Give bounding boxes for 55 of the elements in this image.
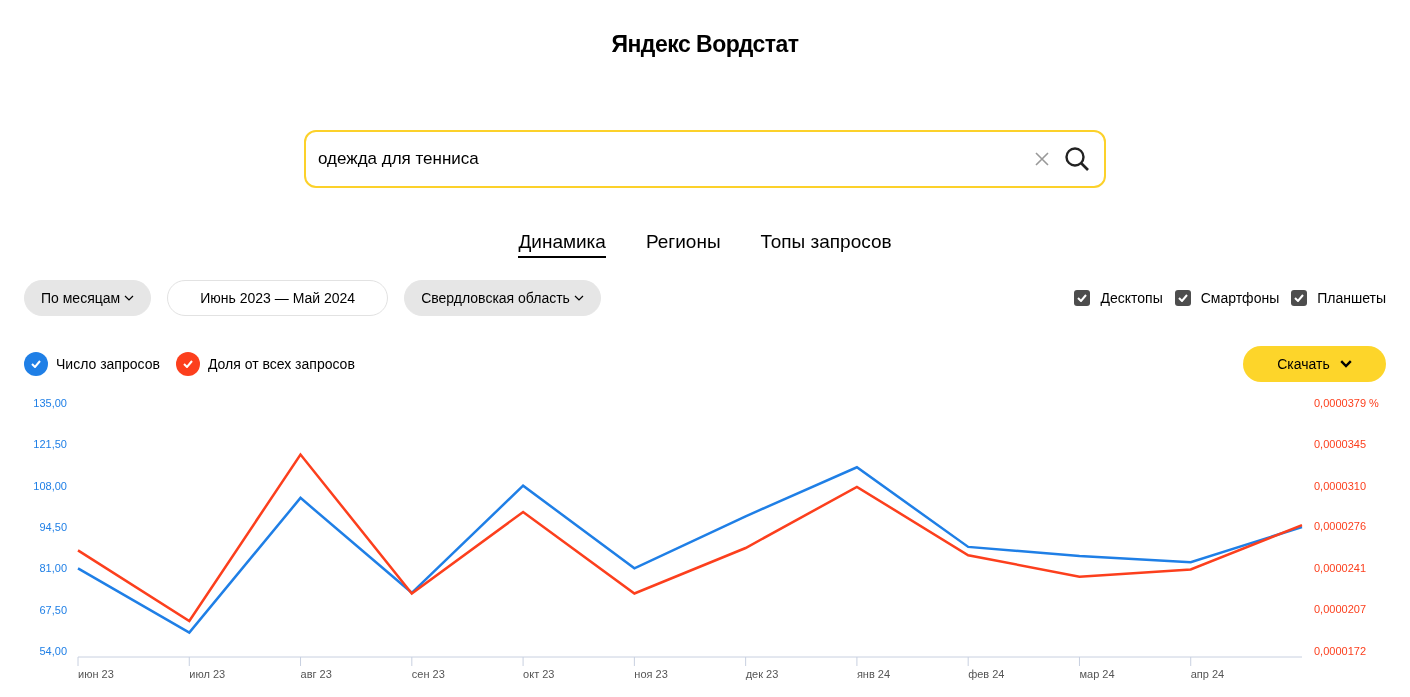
x-axis-label: авг 23: [300, 668, 332, 680]
search-input[interactable]: одежда для тенниса: [318, 149, 1020, 169]
legend-checkbox[interactable]: [175, 352, 200, 376]
x-axis-label: дек 23: [745, 668, 779, 680]
x-axis-label: июл 23: [189, 668, 226, 680]
y-axis-label: 0,0000276: [1314, 520, 1366, 533]
caret-icon: [124, 295, 135, 301]
x-axis-label: окт 23: [523, 668, 555, 680]
caret-icon: [573, 295, 584, 301]
y-axis-label: 94,50: [39, 521, 67, 533]
y-axis-label: 54,00: [39, 645, 67, 657]
y-axis-label: 0,0000379 %: [1314, 397, 1379, 409]
tab[interactable]: Регионы: [645, 230, 721, 258]
y-axis-label: 135,00: [33, 397, 67, 409]
checkbox-label: Десктопы: [1100, 290, 1163, 306]
y-axis-label: 108,00: [33, 479, 67, 492]
search-field[interactable]: одежда для тенниса: [304, 130, 1106, 188]
legend-checkbox[interactable]: [24, 352, 48, 376]
tab[interactable]: Топы запросов: [760, 230, 892, 258]
legend-label: Доля от всех запросов: [207, 356, 355, 372]
check-icon: [1294, 294, 1305, 302]
check-icon: [31, 360, 41, 368]
date-range-button[interactable]: Июнь 2023 — Май 2024: [167, 280, 389, 316]
x-axis-label: июн 23: [78, 668, 114, 680]
y-axis-label: 0,0000172: [1314, 645, 1366, 657]
check-icon: [1177, 294, 1188, 302]
checkbox[interactable]: [1174, 290, 1191, 306]
x-axis-label: мар 24: [1079, 668, 1115, 680]
clear-icon[interactable]: [1034, 151, 1050, 167]
y-axis-label: 0,0000241: [1314, 562, 1366, 575]
check-icon: [1077, 294, 1088, 302]
checkbox[interactable]: [1074, 290, 1091, 306]
x-axis-label: ноя 23: [634, 668, 668, 680]
search-icon[interactable]: [1064, 146, 1090, 172]
x-axis-label: фев 24: [968, 668, 1005, 680]
page-title: Яндекс Вордстат: [611, 31, 799, 59]
tab[interactable]: Динамика: [518, 230, 606, 258]
y-axis-label: 81,00: [39, 562, 67, 575]
dropdown-button[interactable]: По месяцам: [24, 280, 152, 316]
y-axis-label: 0,0000345: [1314, 437, 1366, 450]
x-axis-label: янв 24: [856, 668, 891, 680]
y-axis-label: 121,50: [33, 438, 67, 451]
x-axis-label: сен 23: [411, 668, 445, 680]
y-axis-label: 67,50: [39, 603, 67, 616]
y-axis-label: 0,0000207: [1314, 603, 1366, 616]
x-axis-label: апр 24: [1190, 668, 1225, 680]
caret-icon: [1339, 360, 1352, 368]
legend-label: Число запросов: [56, 356, 160, 372]
checkbox-label: Планшеты: [1317, 290, 1386, 306]
check-icon: [182, 360, 193, 368]
download-button[interactable]: Скачать: [1243, 346, 1386, 382]
checkbox[interactable]: [1291, 290, 1308, 306]
dropdown-button[interactable]: Свердловская область: [404, 280, 601, 316]
y-axis-label: 0,0000310: [1314, 479, 1366, 492]
checkbox-label: Смартфоны: [1200, 290, 1280, 306]
